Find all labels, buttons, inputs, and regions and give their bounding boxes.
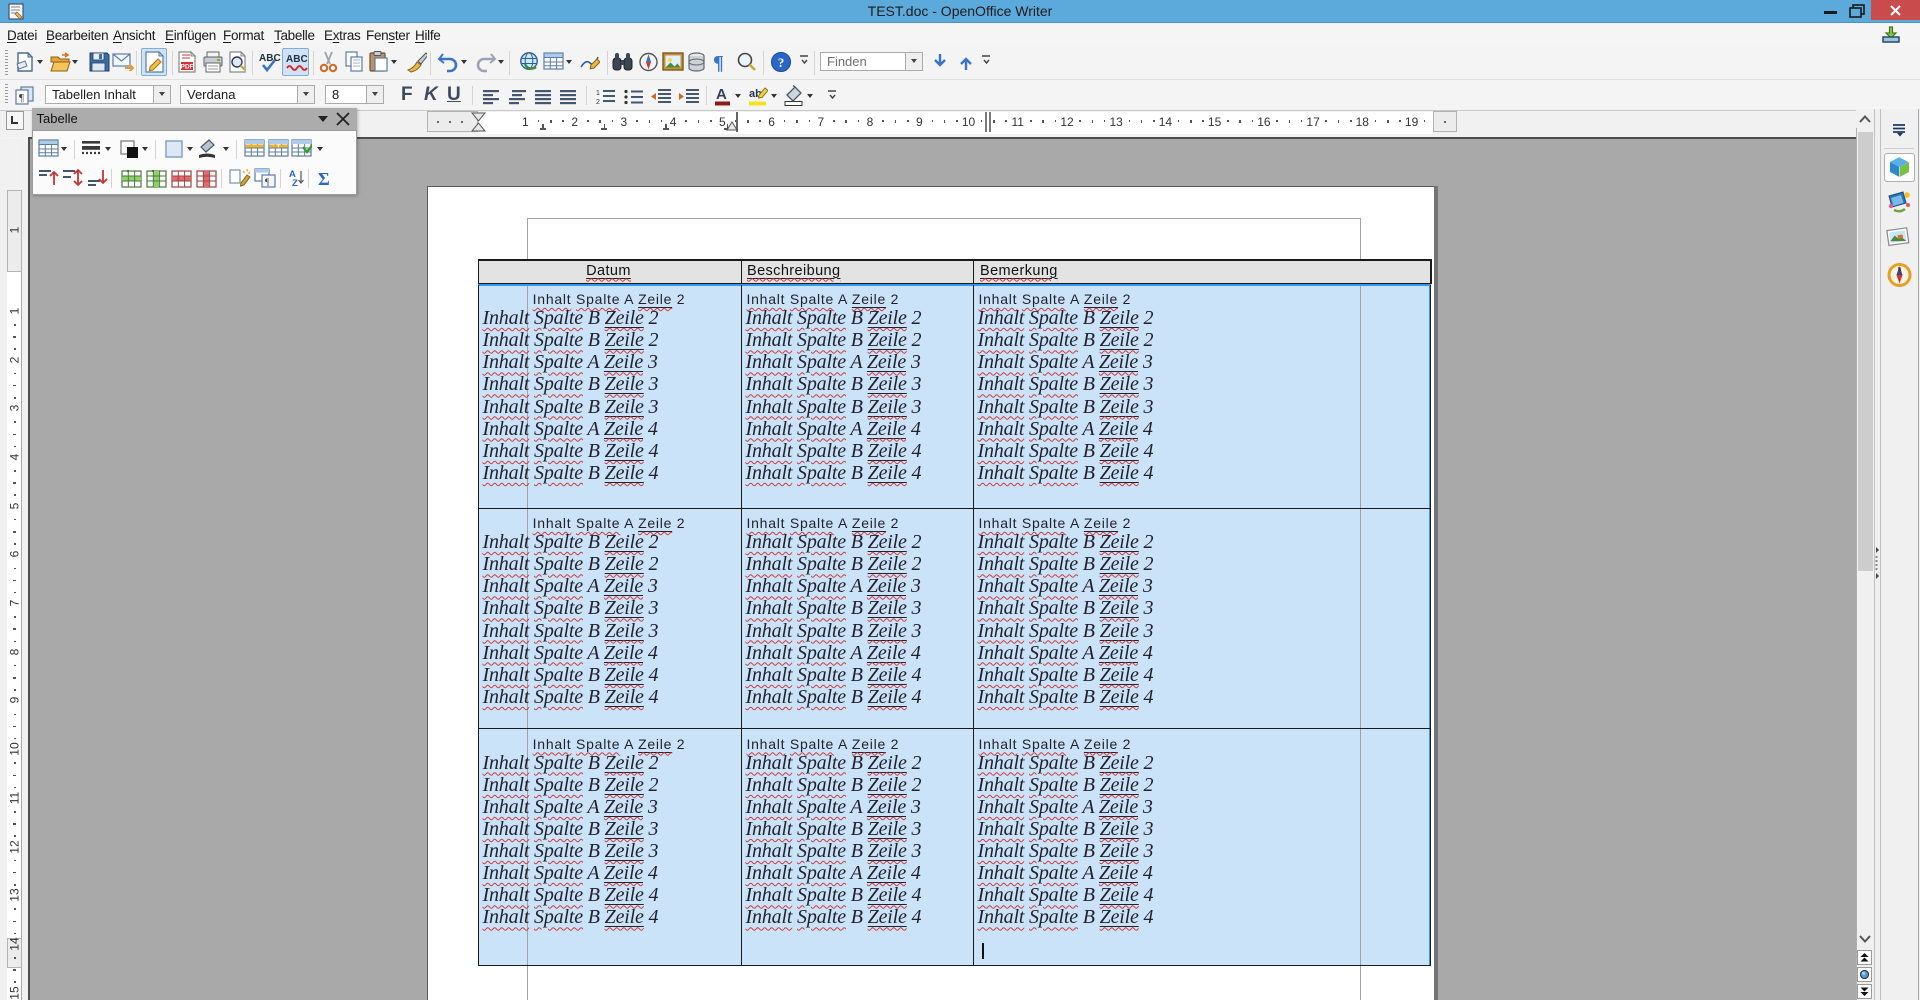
svg-text:?: ? xyxy=(778,55,785,70)
svg-text:1: 1 xyxy=(596,90,600,97)
svg-text:¶: ¶ xyxy=(265,177,269,187)
svg-text:ABC: ABC xyxy=(259,53,281,64)
svg-text:A: A xyxy=(716,86,727,103)
svg-text:¶: ¶ xyxy=(713,52,724,73)
svg-text:ABC: ABC xyxy=(286,54,308,65)
svg-text:N: N xyxy=(1898,267,1902,273)
svg-text:2: 2 xyxy=(596,99,600,106)
svg-text:Σ: Σ xyxy=(318,169,330,188)
svg-text:PDF: PDF xyxy=(181,64,194,71)
svg-text:Z: Z xyxy=(292,178,298,188)
